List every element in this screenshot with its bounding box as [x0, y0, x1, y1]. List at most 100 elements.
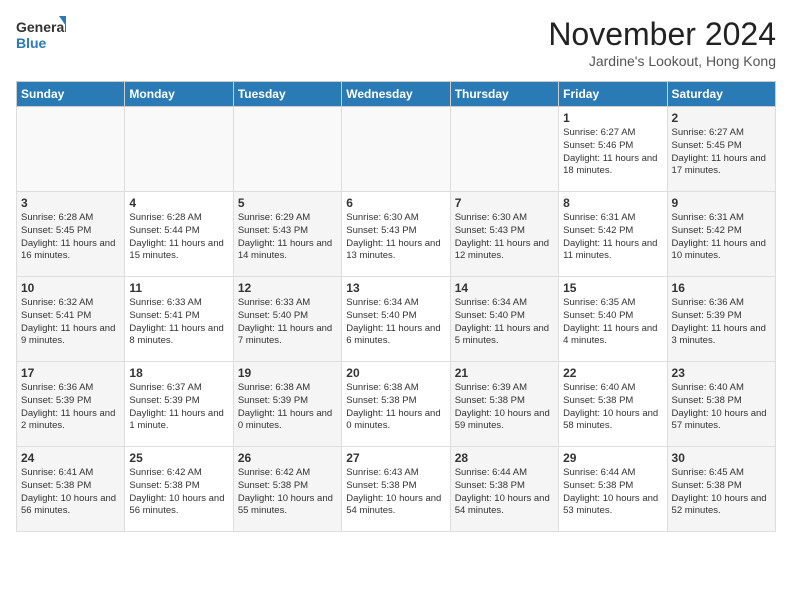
- calendar-cell: 8 Sunrise: 6:31 AM Sunset: 5:42 PM Daylig…: [559, 192, 667, 277]
- calendar-cell: [125, 107, 233, 192]
- day-info: Sunrise: 6:28 AM Sunset: 5:44 PM Dayligh…: [129, 212, 228, 263]
- calendar-cell: 3Sunrise: 6:28 AM Sunset: 5:45 PM Daylig…: [17, 192, 125, 277]
- day-number: 28: [455, 451, 554, 465]
- week-row-5: 24 Sunrise: 6:41 AM Sunset: 5:38 PM Dayli…: [17, 447, 776, 532]
- day-number: 5: [238, 196, 337, 210]
- day-info: Sunrise: 6:34 AM Sunset: 5:40 PM Dayligh…: [455, 297, 554, 348]
- day-number: 8: [563, 196, 662, 210]
- day-number: 19: [238, 366, 337, 380]
- calendar-cell: 7 Sunrise: 6:30 AM Sunset: 5:43 PM Daylig…: [450, 192, 558, 277]
- week-row-1: 1 Sunrise: 6:27 AM Sunset: 5:46 PM Daylig…: [17, 107, 776, 192]
- day-info: Sunrise: 6:41 AM Sunset: 5:38 PM Dayligh…: [21, 467, 120, 518]
- day-info: Sunrise: 6:44 AM Sunset: 5:38 PM Dayligh…: [455, 467, 554, 518]
- calendar-cell: 30 Sunrise: 6:45 AM Sunset: 5:38 PM Dayli…: [667, 447, 775, 532]
- month-title: November 2024: [548, 16, 776, 53]
- day-info: Sunrise: 6:42 AM Sunset: 5:38 PM Dayligh…: [129, 467, 228, 518]
- calendar-cell: 24 Sunrise: 6:41 AM Sunset: 5:38 PM Dayli…: [17, 447, 125, 532]
- col-header-wednesday: Wednesday: [342, 82, 450, 107]
- calendar-cell: 25 Sunrise: 6:42 AM Sunset: 5:38 PM Dayli…: [125, 447, 233, 532]
- header: General Blue November 2024 Jardine's Loo…: [16, 16, 776, 69]
- day-info: Sunrise: 6:42 AM Sunset: 5:38 PM Dayligh…: [238, 467, 337, 518]
- day-info: Sunrise: 6:39 AM Sunset: 5:38 PM Dayligh…: [455, 382, 554, 433]
- svg-text:Blue: Blue: [16, 35, 47, 51]
- day-info: Sunrise: 6:32 AM Sunset: 5:41 PM Dayligh…: [21, 297, 120, 348]
- day-number: 9: [672, 196, 771, 210]
- calendar-cell: 17Sunrise: 6:36 AM Sunset: 5:39 PM Dayli…: [17, 362, 125, 447]
- day-info: Sunrise: 6:27 AM Sunset: 5:45 PM Dayligh…: [672, 127, 771, 178]
- calendar-cell: 5Sunrise: 6:29 AM Sunset: 5:43 PM Daylig…: [233, 192, 341, 277]
- day-info: Sunrise: 6:37 AM Sunset: 5:39 PM Dayligh…: [129, 382, 228, 433]
- day-number: 16: [672, 281, 771, 295]
- week-row-3: 10Sunrise: 6:32 AM Sunset: 5:41 PM Dayli…: [17, 277, 776, 362]
- calendar-cell: 11Sunrise: 6:33 AM Sunset: 5:41 PM Dayli…: [125, 277, 233, 362]
- col-header-thursday: Thursday: [450, 82, 558, 107]
- day-number: 12: [238, 281, 337, 295]
- calendar-cell: 12 Sunrise: 6:33 AM Sunset: 5:40 PM Dayli…: [233, 277, 341, 362]
- day-info: Sunrise: 6:36 AM Sunset: 5:39 PM Dayligh…: [21, 382, 120, 433]
- day-number: 22: [563, 366, 662, 380]
- day-info: Sunrise: 6:30 AM Sunset: 5:43 PM Dayligh…: [346, 212, 445, 263]
- day-number: 24: [21, 451, 120, 465]
- calendar-cell: 21Sunrise: 6:39 AM Sunset: 5:38 PM Dayli…: [450, 362, 558, 447]
- day-info: Sunrise: 6:44 AM Sunset: 5:38 PM Dayligh…: [563, 467, 662, 518]
- calendar-cell: 22 Sunrise: 6:40 AM Sunset: 5:38 PM Dayli…: [559, 362, 667, 447]
- week-row-2: 3Sunrise: 6:28 AM Sunset: 5:45 PM Daylig…: [17, 192, 776, 277]
- day-number: 7: [455, 196, 554, 210]
- title-area: November 2024 Jardine's Lookout, Hong Ko…: [548, 16, 776, 69]
- calendar-cell: [17, 107, 125, 192]
- day-info: Sunrise: 6:28 AM Sunset: 5:45 PM Dayligh…: [21, 212, 120, 263]
- day-info: Sunrise: 6:31 AM Sunset: 5:42 PM Dayligh…: [563, 212, 662, 263]
- calendar-cell: [233, 107, 341, 192]
- day-number: 14: [455, 281, 554, 295]
- logo: General Blue: [16, 16, 66, 60]
- day-info: Sunrise: 6:36 AM Sunset: 5:39 PM Dayligh…: [672, 297, 771, 348]
- calendar-cell: 26 Sunrise: 6:42 AM Sunset: 5:38 PM Dayli…: [233, 447, 341, 532]
- day-number: 30: [672, 451, 771, 465]
- day-number: 26: [238, 451, 337, 465]
- calendar-cell: 29 Sunrise: 6:44 AM Sunset: 5:38 PM Dayli…: [559, 447, 667, 532]
- day-info: Sunrise: 6:38 AM Sunset: 5:39 PM Dayligh…: [238, 382, 337, 433]
- day-info: Sunrise: 6:27 AM Sunset: 5:46 PM Dayligh…: [563, 127, 662, 178]
- day-info: Sunrise: 6:40 AM Sunset: 5:38 PM Dayligh…: [563, 382, 662, 433]
- day-number: 11: [129, 281, 228, 295]
- calendar-cell: 16 Sunrise: 6:36 AM Sunset: 5:39 PM Dayli…: [667, 277, 775, 362]
- day-info: Sunrise: 6:34 AM Sunset: 5:40 PM Dayligh…: [346, 297, 445, 348]
- day-info: Sunrise: 6:33 AM Sunset: 5:40 PM Dayligh…: [238, 297, 337, 348]
- day-number: 4: [129, 196, 228, 210]
- col-header-monday: Monday: [125, 82, 233, 107]
- day-info: Sunrise: 6:38 AM Sunset: 5:38 PM Dayligh…: [346, 382, 445, 433]
- week-row-4: 17Sunrise: 6:36 AM Sunset: 5:39 PM Dayli…: [17, 362, 776, 447]
- calendar-table: SundayMondayTuesdayWednesdayThursdayFrid…: [16, 81, 776, 532]
- day-info: Sunrise: 6:45 AM Sunset: 5:38 PM Dayligh…: [672, 467, 771, 518]
- calendar-cell: 18 Sunrise: 6:37 AM Sunset: 5:39 PM Dayli…: [125, 362, 233, 447]
- day-number: 25: [129, 451, 228, 465]
- calendar-cell: 13 Sunrise: 6:34 AM Sunset: 5:40 PM Dayli…: [342, 277, 450, 362]
- calendar-cell: 23Sunrise: 6:40 AM Sunset: 5:38 PM Dayli…: [667, 362, 775, 447]
- calendar-cell: 14 Sunrise: 6:34 AM Sunset: 5:40 PM Dayli…: [450, 277, 558, 362]
- location: Jardine's Lookout, Hong Kong: [548, 53, 776, 69]
- day-number: 1: [563, 111, 662, 125]
- day-number: 15: [563, 281, 662, 295]
- calendar-cell: [450, 107, 558, 192]
- day-number: 18: [129, 366, 228, 380]
- logo-icon: General Blue: [16, 16, 66, 60]
- calendar-cell: 27 Sunrise: 6:43 AM Sunset: 5:38 PM Dayli…: [342, 447, 450, 532]
- calendar-cell: 1 Sunrise: 6:27 AM Sunset: 5:46 PM Daylig…: [559, 107, 667, 192]
- day-info: Sunrise: 6:43 AM Sunset: 5:38 PM Dayligh…: [346, 467, 445, 518]
- calendar-cell: 28 Sunrise: 6:44 AM Sunset: 5:38 PM Dayli…: [450, 447, 558, 532]
- calendar-cell: 6Sunrise: 6:30 AM Sunset: 5:43 PM Daylig…: [342, 192, 450, 277]
- calendar-cell: 10Sunrise: 6:32 AM Sunset: 5:41 PM Dayli…: [17, 277, 125, 362]
- day-number: 2: [672, 111, 771, 125]
- day-info: Sunrise: 6:30 AM Sunset: 5:43 PM Dayligh…: [455, 212, 554, 263]
- day-number: 23: [672, 366, 771, 380]
- day-number: 13: [346, 281, 445, 295]
- calendar-cell: 4 Sunrise: 6:28 AM Sunset: 5:44 PM Daylig…: [125, 192, 233, 277]
- day-number: 27: [346, 451, 445, 465]
- day-info: Sunrise: 6:35 AM Sunset: 5:40 PM Dayligh…: [563, 297, 662, 348]
- col-header-sunday: Sunday: [17, 82, 125, 107]
- day-number: 20: [346, 366, 445, 380]
- col-header-tuesday: Tuesday: [233, 82, 341, 107]
- svg-text:General: General: [16, 19, 66, 35]
- day-info: Sunrise: 6:31 AM Sunset: 5:42 PM Dayligh…: [672, 212, 771, 263]
- day-number: 29: [563, 451, 662, 465]
